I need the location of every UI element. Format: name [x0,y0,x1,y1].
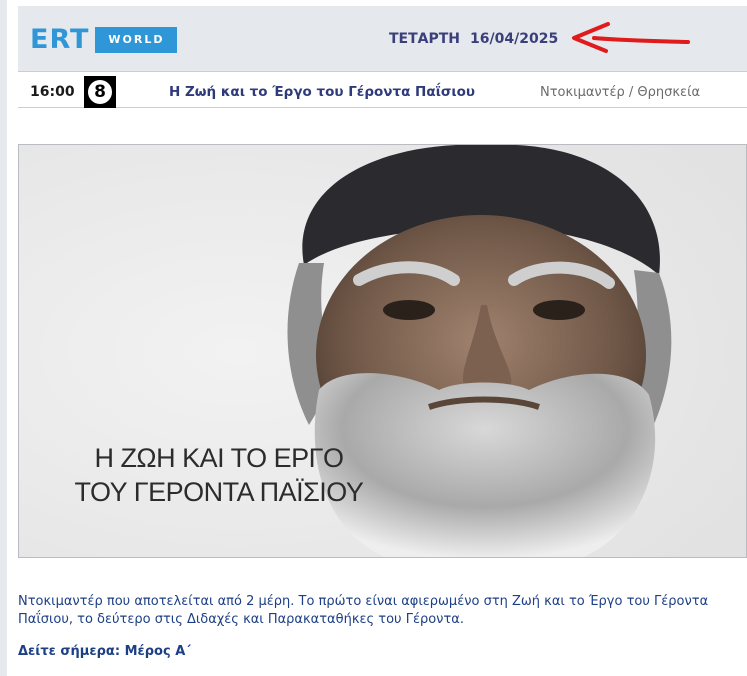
left-edge [0,0,7,676]
watch-today-label: Δείτε σήμερα: Μέρος Α΄ [18,644,192,659]
program-hero-image: Η ΖΩΗ ΚΑΙ ΤΟ ΕΡΓΟ ΤΟΥ ΓΕΡΟΝΤΑ ΠΑΪΣΙΟΥ [18,144,747,558]
ert-world-logo[interactable]: ERT WORLD [30,24,178,55]
logo-text: ERT [30,24,90,55]
program-row[interactable]: 16:00 8 Η Ζωή και το Έργο του Γέροντα Πα… [18,76,747,108]
description-line1: Ντοκιμαντέρ που αποτελείται από 2 μέρη. … [18,594,709,609]
program-genre: Ντοκιμαντέρ / Θρησκεία [540,85,701,100]
hero-title: Η ΖΩΗ ΚΑΙ ΤΟ ΕΡΓΟ ΤΟΥ ΓΕΡΟΝΤΑ ΠΑΪΣΙΟΥ [59,441,379,509]
date-value: 16/04/2025 [470,31,559,47]
rating-value: 8 [88,80,112,104]
program-title[interactable]: Η Ζωή και το Έργο του Γέροντα Παΐσιου [169,84,475,100]
schedule-date: ΤΕΤΑΡΤΗ 16/04/2025 [389,31,558,47]
program-description: Ντοκιμαντέρ που αποτελείται από 2 μέρη. … [18,593,747,629]
age-rating-icon: 8 [84,76,116,108]
description-line2: Παΐσιου, το δεύτερο στις Διδαχές και Παρ… [18,612,464,627]
program-time: 16:00 [30,84,75,100]
logo-badge: WORLD [95,26,178,53]
header-bar: ERT WORLD ΤΕΤΑΡΤΗ 16/04/2025 [18,6,747,72]
day-name: ΤΕΤΑΡΤΗ [389,31,461,47]
red-arrow-icon [572,22,690,53]
hero-title-line1: Η ΖΩΗ ΚΑΙ ΤΟ ΕΡΓΟ [94,443,344,473]
hero-title-line2: ΤΟΥ ΓΕΡΟΝΤΑ ΠΑΪΣΙΟΥ [74,477,364,507]
